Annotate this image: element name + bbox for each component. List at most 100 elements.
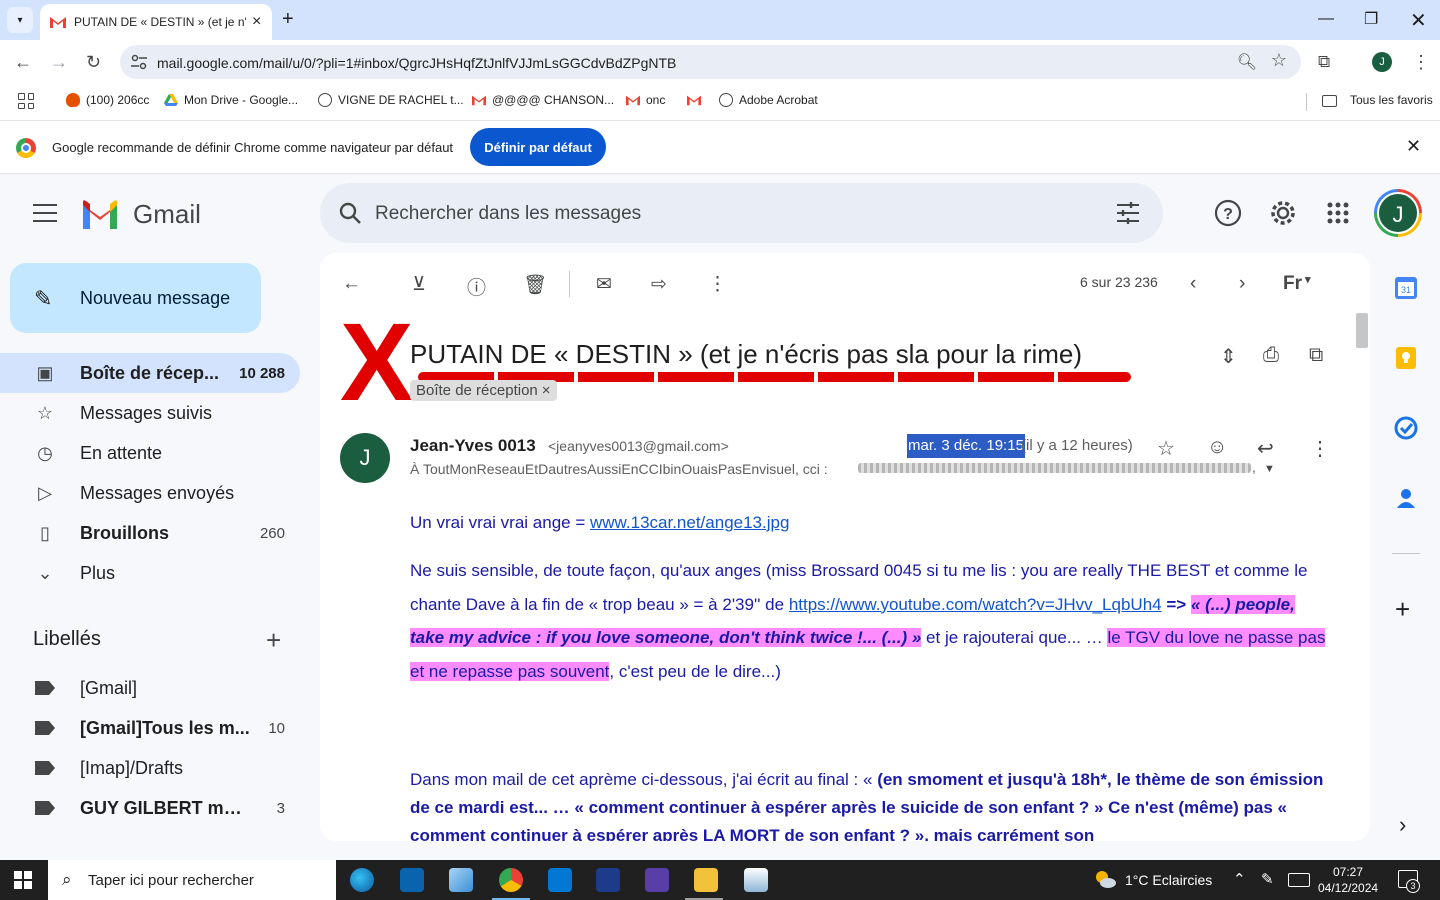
- label-tag-icon: [35, 761, 55, 775]
- weather-text[interactable]: 1°C Eclaircies: [1125, 872, 1212, 888]
- windows-start-icon[interactable]: [14, 871, 32, 889]
- body-link[interactable]: www.13car.net/ange13.jpg: [590, 513, 789, 532]
- account-avatar[interactable]: [1374, 189, 1422, 237]
- app-icon[interactable]: [596, 868, 620, 892]
- search-icon[interactable]: [338, 201, 362, 225]
- bookmark-item[interactable]: @@@@ CHANSON...: [472, 93, 614, 107]
- back-to-inbox-icon[interactable]: ←: [342, 273, 361, 295]
- taskbar-search[interactable]: ⌕ Taper ici pour rechercher: [48, 860, 336, 900]
- zoom-icon[interactable]: 🔍︎: [1237, 52, 1257, 72]
- app-icon[interactable]: [645, 868, 669, 892]
- app-icon[interactable]: [744, 868, 768, 892]
- nav-drafts[interactable]: ▯ Brouillons 260: [0, 513, 300, 553]
- print-icon[interactable]: ⎙: [1263, 344, 1279, 367]
- open-new-window-icon[interactable]: ⧉: [1309, 344, 1323, 367]
- bookmark-item[interactable]: onc: [626, 93, 665, 107]
- create-label-icon[interactable]: +: [266, 625, 281, 656]
- reload-button[interactable]: ↻: [86, 52, 101, 73]
- nav-label: Boîte de récep...: [80, 362, 220, 383]
- google-apps-icon[interactable]: [1326, 201, 1350, 225]
- expand-all-icon[interactable]: ⇕: [1220, 344, 1237, 369]
- newer-message-icon[interactable]: ‹: [1190, 273, 1196, 295]
- nav-more[interactable]: ⌄ Plus: [0, 553, 300, 593]
- keep-icon[interactable]: [1394, 346, 1418, 370]
- nav-sent[interactable]: ▷ Messages envoyés: [0, 473, 300, 513]
- site-info-icon[interactable]: [130, 54, 148, 70]
- infobar-message: Google recommande de définir Chrome comm…: [52, 140, 454, 155]
- extensions-icon[interactable]: ⧉: [1318, 52, 1330, 72]
- label-item[interactable]: [Gmail]Tous les m... 10: [0, 708, 300, 748]
- bookmark-star-icon[interactable]: ☆: [1271, 50, 1287, 71]
- label-item[interactable]: [Gmail]: [0, 668, 300, 708]
- sender-name[interactable]: Jean-Yves 0013: [410, 436, 536, 456]
- set-default-button[interactable]: Définir par défaut: [470, 128, 606, 166]
- forward-button[interactable]: →: [50, 52, 68, 73]
- bookmark-item[interactable]: Mon Drive - Google...: [164, 93, 298, 107]
- search-options-icon[interactable]: [1115, 201, 1141, 225]
- mark-unread-icon[interactable]: ✉: [596, 273, 612, 296]
- apps-grid-icon[interactable]: [18, 93, 34, 109]
- chevron-up-icon[interactable]: ⌃: [1233, 870, 1246, 888]
- active-tab[interactable]: PUTAIN DE « DESTIN » (et je n'é ×: [40, 4, 272, 40]
- main-menu-icon[interactable]: [33, 204, 57, 222]
- archive-icon[interactable]: ⊻: [412, 273, 426, 296]
- reply-icon[interactable]: ↩: [1257, 436, 1274, 461]
- all-bookmarks-folder[interactable]: Tous les favoris: [1350, 93, 1433, 107]
- nav-snoozed[interactable]: ◷ En attente: [0, 433, 300, 473]
- back-button[interactable]: ←: [14, 52, 32, 73]
- chrome-profile-avatar[interactable]: J: [1372, 52, 1392, 72]
- bookmark-item[interactable]: Adobe Acrobat: [719, 93, 818, 107]
- report-spam-icon[interactable]: ⓘ: [467, 273, 486, 300]
- input-tools-button[interactable]: Fr ▾: [1283, 273, 1311, 295]
- tasks-icon[interactable]: [1394, 416, 1418, 440]
- label-name: [Imap]/Drafts: [80, 757, 184, 778]
- show-details-icon[interactable]: ▼: [1264, 463, 1275, 475]
- chip-close-icon[interactable]: ×: [542, 382, 551, 399]
- new-tab-button[interactable]: +: [282, 8, 294, 31]
- minimize-button[interactable]: —: [1318, 10, 1334, 28]
- keyboard-icon[interactable]: [1288, 873, 1310, 887]
- show-side-panel-icon[interactable]: ›: [1399, 812, 1406, 838]
- calendar-icon[interactable]: 31: [1394, 276, 1418, 300]
- body-text: , c'est peu de le dire...): [609, 661, 781, 681]
- close-window-button[interactable]: ✕: [1410, 8, 1427, 33]
- get-addons-icon[interactable]: +: [1395, 594, 1410, 625]
- mail-search-bar[interactable]: Rechercher dans les messages: [320, 183, 1163, 243]
- system-clock[interactable]: 07:27 04/12/2024: [1318, 864, 1378, 896]
- contacts-icon[interactable]: [1394, 486, 1418, 510]
- label-item[interactable]: GUY GILBERT mail... 3: [0, 788, 300, 828]
- youtube-link[interactable]: https://www.youtube.com/watch?v=JHvv_Lqb…: [789, 595, 1162, 614]
- bookmark-item[interactable]: [687, 93, 707, 107]
- inbox-label-chip[interactable]: Boîte de réception ×: [410, 380, 557, 401]
- tab-search-button[interactable]: ▾: [7, 7, 33, 33]
- settings-gear-icon[interactable]: [1269, 199, 1297, 227]
- maximize-button[interactable]: ❐: [1364, 9, 1378, 29]
- bookmark-item[interactable]: (100) 206cc: [66, 93, 149, 107]
- file-explorer-icon[interactable]: [694, 868, 718, 892]
- pen-icon[interactable]: ✎: [1261, 870, 1274, 888]
- move-to-icon[interactable]: ⇨: [651, 273, 667, 296]
- infobar-close-icon[interactable]: ✕: [1406, 136, 1421, 157]
- more-actions-icon[interactable]: ⋮: [708, 273, 727, 296]
- tab-close-icon[interactable]: ×: [252, 13, 261, 31]
- chrome-icon[interactable]: [499, 868, 523, 892]
- help-icon[interactable]: ?: [1214, 199, 1242, 227]
- add-reaction-icon[interactable]: ☺: [1207, 436, 1227, 459]
- nav-inbox[interactable]: ▣ Boîte de récep... 10 288: [0, 353, 300, 393]
- sender-avatar[interactable]: J: [340, 433, 390, 483]
- chrome-menu-icon[interactable]: ⋮: [1412, 52, 1430, 73]
- message-scrollbar[interactable]: [1356, 313, 1368, 348]
- message-more-icon[interactable]: ⋮: [1310, 436, 1330, 461]
- compose-button[interactable]: ✎ Nouveau message: [10, 263, 261, 333]
- bookmark-item[interactable]: VIGNE DE RACHEL t...: [318, 93, 464, 107]
- older-message-icon[interactable]: ›: [1239, 273, 1245, 295]
- star-message-icon[interactable]: ☆: [1157, 436, 1175, 461]
- address-bar[interactable]: mail.google.com/mail/u/0/?pli=1#inbox/Qg…: [120, 45, 1301, 79]
- outlook-icon[interactable]: [400, 868, 424, 892]
- edge-icon[interactable]: [350, 868, 374, 892]
- notepad-icon[interactable]: [449, 868, 473, 892]
- store-icon[interactable]: [548, 868, 572, 892]
- nav-starred[interactable]: ☆ Messages suivis: [0, 393, 300, 433]
- delete-icon[interactable]: 🗑︎: [523, 273, 547, 297]
- label-item[interactable]: [Imap]/Drafts: [0, 748, 300, 788]
